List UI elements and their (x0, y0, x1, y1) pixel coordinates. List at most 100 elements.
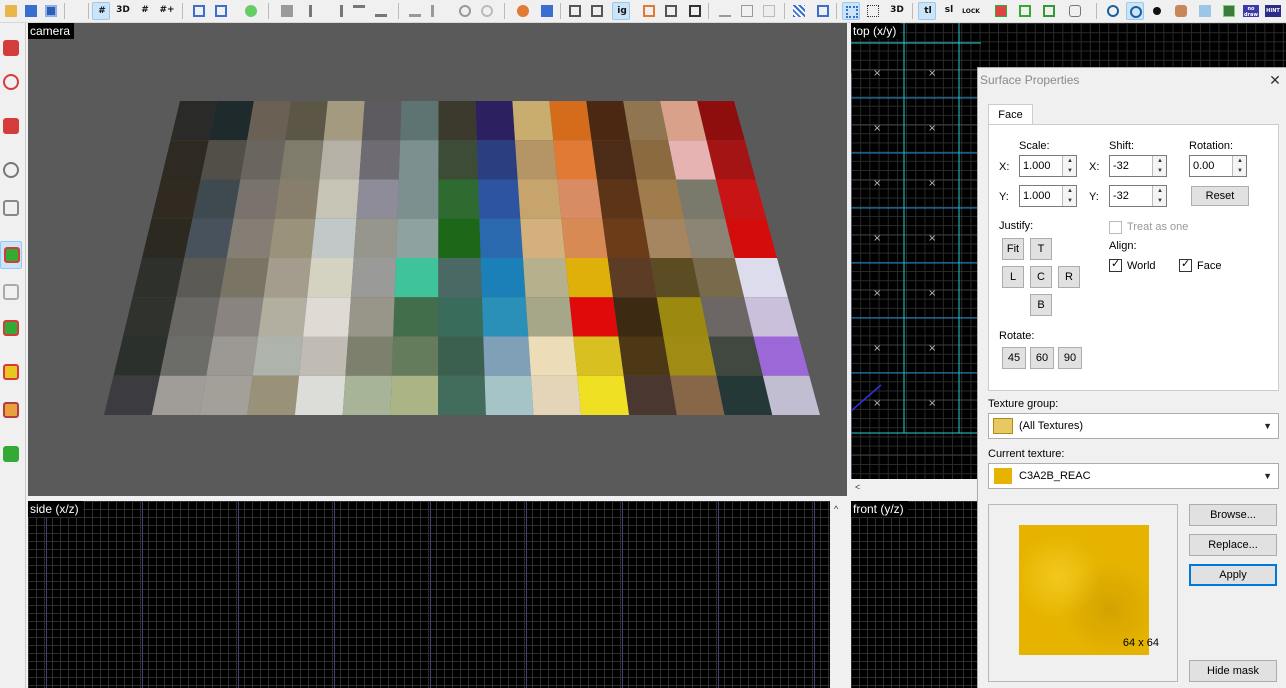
texture-tile[interactable] (744, 297, 799, 337)
texture-tile[interactable] (353, 218, 398, 258)
paint-tool-icon[interactable] (1148, 2, 1166, 20)
texture-tile[interactable] (523, 258, 570, 298)
browse-button[interactable]: Browse... (1189, 504, 1277, 526)
texture-tile[interactable] (643, 218, 693, 258)
texture-tile[interactable] (438, 179, 480, 219)
texture-tile[interactable] (269, 218, 316, 258)
rotate-right-icon[interactable] (478, 2, 496, 20)
texture-tile[interactable] (520, 218, 566, 258)
side-viewport[interactable]: side (x/z) (28, 501, 830, 688)
texture-tile[interactable] (650, 258, 701, 298)
carve-icon[interactable] (278, 2, 296, 20)
texture-tile[interactable] (319, 140, 362, 180)
texture-tile[interactable] (753, 336, 810, 376)
reset-button[interactable]: Reset (1191, 186, 1249, 206)
camera-tool-icon[interactable] (1016, 2, 1034, 20)
texture-tile[interactable] (438, 258, 482, 298)
texture-tile[interactable] (484, 375, 534, 415)
replace-button[interactable]: Replace... (1189, 534, 1277, 556)
texture-tile[interactable] (303, 297, 351, 337)
texture-tile[interactable] (199, 375, 253, 415)
texture-tile[interactable] (390, 375, 439, 415)
delete-tool-icon[interactable] (0, 35, 22, 63)
rotate-left-icon[interactable] (456, 2, 474, 20)
texture-tile[interactable] (565, 258, 613, 298)
texture-tile[interactable] (342, 375, 392, 415)
cube-gray-icon[interactable] (0, 195, 22, 223)
justify-bottom-button[interactable]: B (1030, 294, 1052, 316)
sl-button[interactable]: sl (940, 2, 958, 20)
grid-icon[interactable]: # (92, 2, 110, 20)
texture-tile[interactable] (315, 179, 360, 219)
texture-tile[interactable] (716, 375, 773, 415)
texture-tile[interactable] (299, 336, 349, 376)
texture-tile[interactable] (247, 375, 299, 415)
justify-right-button[interactable]: R (1058, 266, 1080, 288)
circle-tool-icon[interactable] (0, 69, 22, 97)
treat-as-one-checkbox[interactable] (1109, 221, 1122, 234)
ignore-groups-button[interactable]: ig (612, 2, 630, 20)
texture-tile[interactable] (184, 218, 234, 258)
texture-tile[interactable] (252, 336, 304, 376)
scroll-left-arrow-icon[interactable]: < (855, 482, 860, 492)
texture-tile[interactable] (438, 140, 479, 180)
texture-group-select[interactable]: (All Textures) ▼ (988, 413, 1279, 439)
texture-tile[interactable] (708, 336, 763, 376)
texture-tile[interactable] (613, 297, 664, 337)
decal-tool-icon[interactable] (1040, 2, 1058, 20)
texture-tile[interactable] (113, 336, 169, 376)
snap-vertex-icon[interactable] (242, 2, 260, 20)
texture-tile[interactable] (597, 179, 644, 219)
cube-icon[interactable] (686, 2, 704, 20)
shift-x-stepper[interactable]: -32 ▲ ▼ (1109, 155, 1167, 177)
open-file-icon[interactable] (2, 2, 20, 20)
texture-tile[interactable] (549, 101, 592, 141)
rotation-stepper[interactable]: 0.00 ▲ ▼ (1189, 155, 1247, 177)
save-icon[interactable] (22, 2, 40, 20)
align-left-icon[interactable] (306, 2, 324, 20)
texture-tile[interactable] (394, 258, 439, 298)
cut-icon[interactable] (716, 2, 734, 20)
texture-tile[interactable] (170, 101, 217, 141)
flip-vertical-icon[interactable] (428, 2, 446, 20)
texture-tile[interactable] (528, 336, 578, 376)
cover-tool-icon[interactable] (1196, 2, 1214, 20)
texture-tile[interactable] (350, 258, 396, 298)
align-right-icon[interactable] (328, 2, 346, 20)
texture-tile[interactable] (636, 179, 685, 219)
texture-cube-icon[interactable] (0, 315, 22, 343)
texture-tile[interactable] (629, 140, 677, 180)
texture-tile[interactable] (618, 336, 671, 376)
align-bottom-icon[interactable] (372, 2, 390, 20)
scale-y-stepper[interactable]: 1.000 ▲ ▼ (1019, 185, 1077, 207)
texture-tile[interactable] (294, 375, 346, 415)
grid-larger-icon[interactable]: #+ (158, 2, 176, 20)
cordon-toggle-icon[interactable] (814, 2, 832, 20)
show-all-icon[interactable] (588, 2, 606, 20)
texture-tile[interactable] (123, 297, 177, 337)
align-face-checkbox[interactable]: ✓ (1179, 258, 1192, 272)
bulb-icon[interactable] (0, 157, 22, 185)
texture-tile[interactable] (206, 336, 259, 376)
texture-tile[interactable] (359, 140, 401, 180)
entity-tool-icon[interactable] (992, 2, 1010, 20)
save-as-icon[interactable] (42, 2, 60, 20)
texture-tile[interactable] (483, 336, 531, 376)
texture-tile[interactable] (762, 375, 820, 415)
hide-selection-icon[interactable] (566, 2, 584, 20)
texture-tile[interactable] (602, 218, 650, 258)
align-top-icon[interactable] (350, 2, 368, 20)
texture-tile[interactable] (569, 297, 619, 337)
texture-tile[interactable] (274, 179, 320, 219)
texture-tile[interactable] (233, 179, 280, 219)
clipping-icon[interactable] (0, 397, 22, 425)
block-tool-icon[interactable] (0, 241, 22, 269)
texture-tile[interactable] (480, 258, 526, 298)
texture-tile[interactable] (400, 101, 439, 141)
texture-tile[interactable] (398, 140, 439, 180)
rotate-45-button[interactable]: 45 (1002, 347, 1026, 369)
texture-tile[interactable] (361, 101, 402, 141)
texture-tile[interactable] (438, 218, 481, 258)
texture-tile[interactable] (132, 258, 185, 298)
tl-button[interactable]: tl (918, 2, 936, 20)
